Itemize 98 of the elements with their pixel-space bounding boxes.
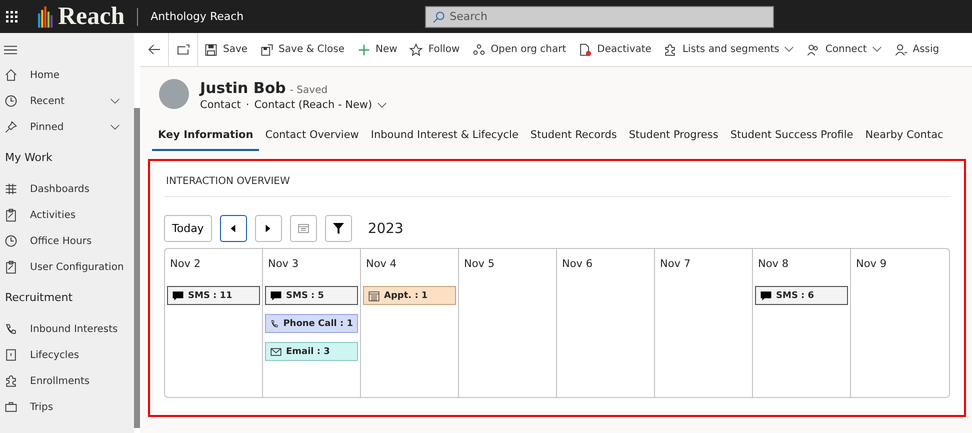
phone-icon <box>4 322 18 336</box>
toolbar-button[interactable]: Assig <box>888 33 946 66</box>
chevron-down-icon <box>872 46 882 53</box>
scrollbar-thumb[interactable] <box>134 108 140 428</box>
right-triangle-icon <box>265 224 272 233</box>
puzzle-icon <box>4 374 18 388</box>
sidebar-item[interactable]: Home <box>0 62 134 88</box>
app-launcher-icon[interactable] <box>6 10 18 22</box>
house-icon <box>4 68 18 82</box>
plus-icon <box>356 42 370 56</box>
clock-icon <box>4 94 18 108</box>
year-label: 2023 <box>368 220 404 236</box>
star-icon <box>409 42 424 56</box>
app-name: Anthology Reach <box>150 10 244 23</box>
avatar <box>159 79 189 109</box>
toolbar-button[interactable]: New <box>350 33 404 66</box>
tab[interactable]: Student Records <box>524 121 623 151</box>
event-chip[interactable]: SMS : 11 <box>167 286 260 305</box>
sidebar-item[interactable]: Inbound Interests <box>0 316 134 342</box>
sidebar-item[interactable]: Office Hours <box>0 228 134 254</box>
filter-icon <box>332 223 344 234</box>
toolbar-button[interactable]: Save & Close <box>254 33 350 66</box>
previous-button[interactable] <box>220 215 247 242</box>
search-field[interactable]: Search <box>424 6 774 28</box>
event-chip[interactable]: Appt. : 1 <box>363 286 456 305</box>
day-date: Nov 6 <box>561 258 594 272</box>
next-button[interactable] <box>254 215 282 242</box>
sidebar-item[interactable]: Enrollments <box>0 368 134 394</box>
sidebar-item[interactable]: Lifecycles <box>0 342 134 368</box>
form-selector[interactable]: Contact (Reach - New) <box>254 99 372 111</box>
brand-name: Reach <box>58 2 125 30</box>
section-title: INTERACTION OVERVIEW <box>164 163 950 197</box>
toolbar-button[interactable]: Deactivate <box>572 33 658 66</box>
sidebar-item[interactable]: Pinned <box>0 114 134 140</box>
person-icon <box>894 42 908 56</box>
sidebar-item[interactable]: Dashboards <box>0 176 134 202</box>
entity-name: Contact <box>200 99 241 111</box>
day-date: Nov 8 <box>757 258 790 272</box>
calendar-icon <box>368 290 380 302</box>
puzzle-icon <box>663 42 678 56</box>
record-name: Justin Bob <box>200 79 286 97</box>
chevron-down-icon <box>377 102 388 108</box>
event-chip[interactable]: SMS : 6 <box>755 286 848 305</box>
door-icon <box>4 348 18 362</box>
toolbar-button[interactable]: Open org chart <box>466 33 572 66</box>
filter-button[interactable] <box>324 215 352 242</box>
chevron-down-icon <box>784 46 794 53</box>
calendar-icon <box>298 224 309 233</box>
popout-icon[interactable] <box>176 44 190 55</box>
speech-bubble-icon <box>270 290 282 302</box>
envelope-icon <box>270 346 282 358</box>
tab[interactable]: Contact Overview <box>259 121 365 151</box>
toolbar-button[interactable]: Follow <box>403 33 466 66</box>
calendar-button[interactable] <box>290 215 317 242</box>
save-status: - Saved <box>290 85 328 96</box>
pin-icon <box>4 120 18 134</box>
briefcase-icon <box>4 400 18 414</box>
clipboard-icon <box>4 260 18 274</box>
menu-icon[interactable] <box>4 45 17 55</box>
document-icon <box>578 42 592 56</box>
tab[interactable]: Nearby Contac <box>859 121 950 151</box>
speech-bubble-icon <box>172 290 184 302</box>
day-date: Nov 2 <box>169 258 202 272</box>
day-date: Nov 5 <box>463 258 496 272</box>
left-triangle-icon <box>230 224 236 233</box>
logo-icon <box>38 6 54 28</box>
event-chip[interactable]: Phone Call : 1 <box>265 314 358 333</box>
speech-bubble-icon <box>760 290 772 302</box>
back-arrow-icon[interactable] <box>148 44 160 55</box>
clock-icon <box>4 234 18 248</box>
tab[interactable]: Student Success Profile <box>724 121 860 151</box>
toolbar-button[interactable]: Save <box>198 33 254 66</box>
sidebar-item[interactable]: Activities <box>0 202 134 228</box>
save-close-icon <box>260 42 274 56</box>
toolbar-button[interactable]: Connect <box>800 33 888 66</box>
phone-icon <box>270 318 280 330</box>
org-chart-icon <box>472 42 486 56</box>
day-date: Nov 3 <box>267 258 300 272</box>
toolbar-button[interactable]: Lists and segments <box>657 33 800 66</box>
sidebar-item[interactable]: Trips <box>0 394 134 420</box>
people-icon <box>806 42 820 56</box>
event-chip[interactable]: Email : 3 <box>265 342 358 361</box>
today-button[interactable]: Today <box>164 215 212 242</box>
day-date: Nov 9 <box>855 258 888 272</box>
save-icon <box>204 42 218 56</box>
day-date: Nov 7 <box>659 258 692 272</box>
sidebar-item[interactable]: Recent <box>0 88 134 114</box>
grid-icon <box>4 182 18 196</box>
sidebar-item[interactable]: User Configuration <box>0 254 134 280</box>
tab[interactable]: Student Progress <box>622 121 724 151</box>
tab[interactable]: Key Information <box>152 121 260 151</box>
clipboard-icon <box>4 208 18 222</box>
sidebar-heading: My Work <box>4 150 54 166</box>
sidebar-heading: Recruitment <box>4 290 74 306</box>
separator-dot: · <box>246 99 250 111</box>
tab[interactable]: Inbound Interest & Lifecycle <box>364 121 524 151</box>
event-chip[interactable]: SMS : 5 <box>265 286 358 305</box>
day-date: Nov 4 <box>365 258 398 272</box>
